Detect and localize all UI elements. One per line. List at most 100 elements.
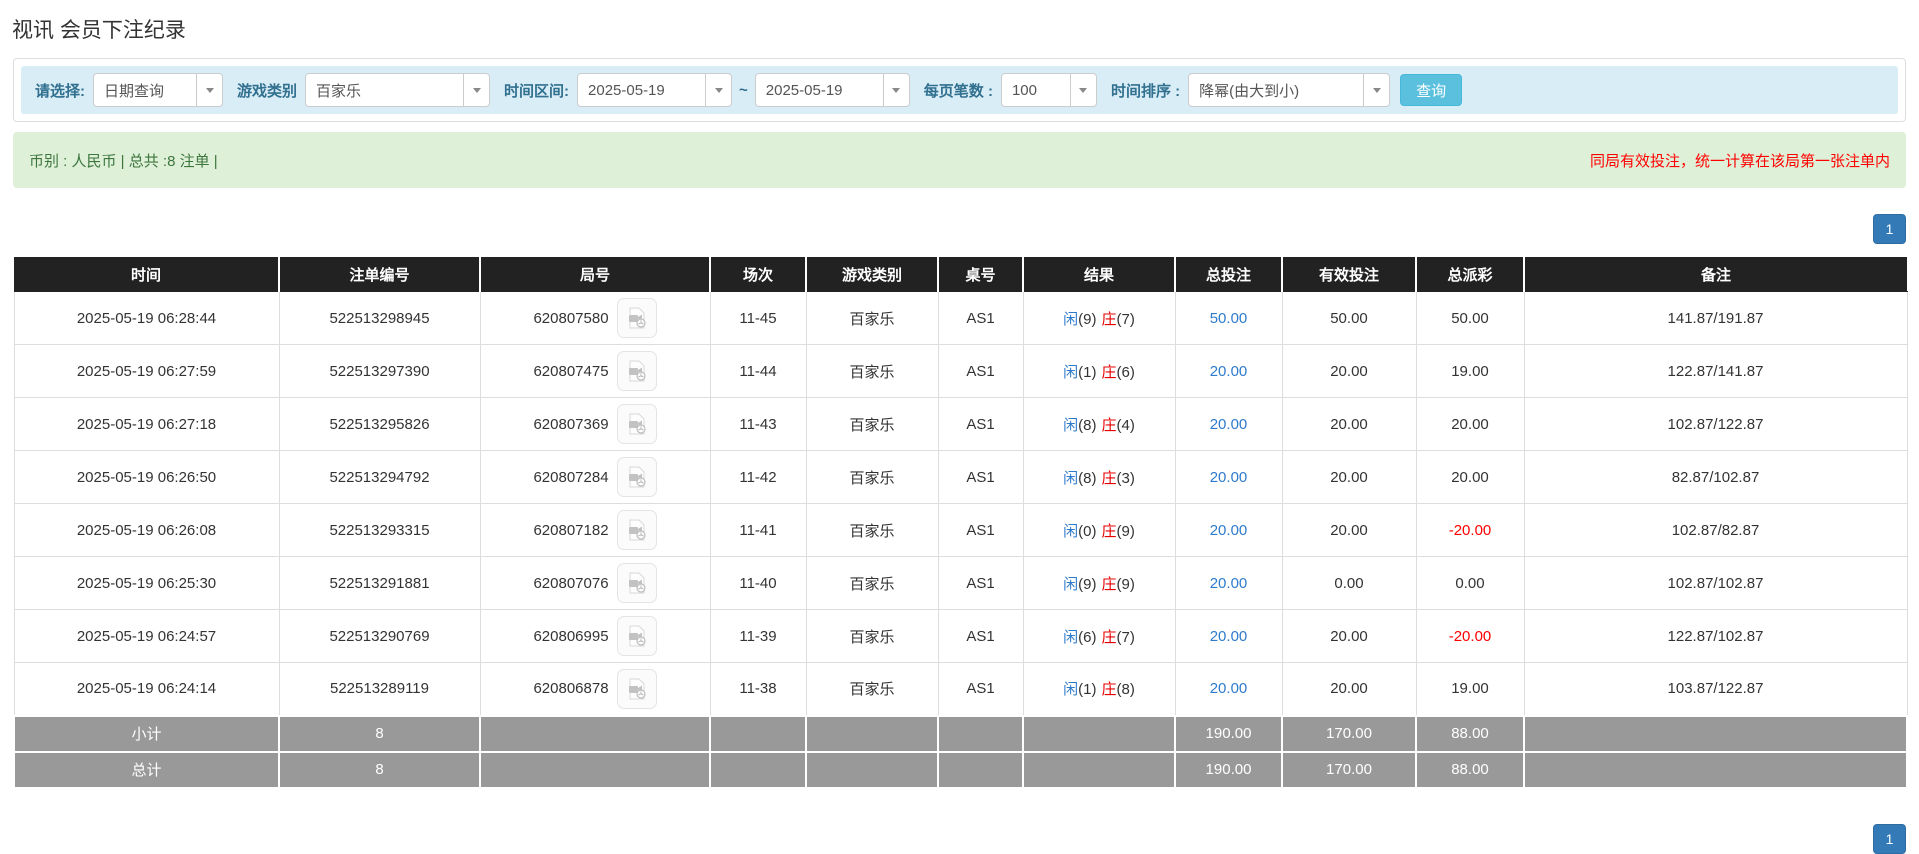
player-score: (1) (1078, 681, 1097, 699)
cell-payout: -20.00 (1415, 503, 1525, 557)
total-bet-link[interactable]: 20.00 (1210, 522, 1248, 539)
player-result: 闲 (1063, 310, 1079, 328)
cell-round-id: 620807580 (479, 291, 711, 345)
video-replay-button[interactable] (616, 457, 657, 497)
total-bet-link[interactable]: 20.00 (1210, 628, 1248, 645)
sort-order-select[interactable]: 降幂(由大到小) (1188, 73, 1391, 107)
col-round-id: 局号 (479, 257, 710, 292)
round-number: 620807076 (533, 574, 609, 592)
cell-table-no: AS1 (937, 609, 1024, 663)
cell-bet-id: 522513298945 (278, 291, 481, 345)
date-to-select[interactable]: 2025-05-19 (754, 73, 910, 107)
subtotal-row: 小计 8 190.00 170.00 88.00 (13, 714, 1908, 753)
game-type-select[interactable]: 百家乐 (305, 73, 491, 107)
search-button[interactable]: 查询 (1400, 74, 1463, 106)
player-score: (0) (1078, 522, 1097, 540)
cell-total-bet: 20.00 (1174, 556, 1283, 610)
cell-result: 闲(1) 庄(8) (1022, 662, 1176, 716)
cell-remark: 102.87/122.87 (1523, 397, 1908, 451)
table-header-row: 时间 注单编号 局号 场次 游戏类别 桌号 结果 总投注 有效投注 总派彩 备注 (14, 257, 1907, 292)
col-session: 场次 (709, 257, 806, 292)
cell-result: 闲(8) 庄(3) (1022, 450, 1176, 504)
player-score: (6) (1078, 628, 1097, 646)
banker-score: (7) (1116, 310, 1135, 328)
cell-remark: 141.87/191.87 (1523, 291, 1908, 345)
total-bet-link[interactable]: 50.00 (1210, 310, 1248, 327)
cell-table-no: AS1 (937, 291, 1024, 345)
col-result: 结果 (1022, 257, 1175, 292)
date-from-select[interactable]: 2025-05-19 (577, 73, 733, 107)
cell-bet-id: 522513291881 (278, 556, 481, 610)
video-replay-button[interactable] (616, 404, 657, 444)
chevron-down-icon[interactable] (463, 74, 489, 106)
cell-round-id: 620806995 (479, 609, 711, 663)
subtotal-payout: 88.00 (1415, 714, 1525, 753)
cell-time: 2025-05-19 06:26:08 (13, 503, 280, 557)
cell-valid-bet: 20.00 (1281, 609, 1417, 663)
video-replay-button[interactable] (616, 668, 657, 709)
page-button-1[interactable]: 1 (1873, 214, 1906, 244)
banker-score: (7) (1116, 628, 1135, 646)
video-replay-button[interactable] (616, 510, 657, 550)
cell-table-no: AS1 (937, 556, 1024, 610)
round-number: 620807182 (533, 521, 609, 539)
chevron-down-icon[interactable] (1363, 74, 1389, 106)
chevron-down-icon[interactable] (882, 74, 909, 106)
chevron-down-icon[interactable] (196, 74, 222, 106)
cell-result: 闲(0) 庄(9) (1022, 503, 1176, 557)
subtotal-total-bet: 190.00 (1174, 714, 1283, 753)
pagination-top: 1 (13, 214, 1906, 244)
col-total-bet: 总投注 (1174, 257, 1282, 292)
total-bet-link[interactable]: 20.00 (1210, 575, 1248, 592)
page-button-1-bottom[interactable]: 1 (1873, 824, 1906, 854)
cell-payout: 20.00 (1415, 450, 1525, 504)
player-result: 闲 (1063, 575, 1079, 593)
cell-time: 2025-05-19 06:24:14 (13, 662, 280, 716)
chevron-down-icon[interactable] (1069, 74, 1096, 106)
cell-time: 2025-05-19 06:24:57 (13, 609, 280, 663)
col-table-no: 桌号 (937, 257, 1023, 292)
per-page-select[interactable]: 100 (1000, 73, 1097, 107)
video-replay-button[interactable] (616, 298, 657, 338)
total-bet-link[interactable]: 20.00 (1210, 363, 1248, 380)
player-score: (8) (1078, 469, 1097, 487)
cell-valid-bet: 20.00 (1281, 503, 1417, 557)
total-bet-link[interactable]: 20.00 (1210, 469, 1248, 486)
cell-game-type: 百家乐 (805, 556, 939, 610)
banker-score: (6) (1116, 363, 1135, 381)
video-file-icon (628, 307, 646, 329)
chevron-down-icon[interactable] (705, 74, 731, 106)
cell-total-bet: 20.00 (1174, 503, 1283, 557)
video-replay-button[interactable] (616, 351, 657, 391)
game-type-label: 游戏类别 (237, 82, 298, 100)
video-replay-button[interactable] (616, 616, 657, 656)
video-replay-button[interactable] (616, 563, 657, 603)
summary-bar: 币别 : 人民币 | 总共 :8 注单 | 同局有效投注，统一计算在该局第一张注… (13, 132, 1906, 188)
col-payout: 总派彩 (1415, 257, 1524, 292)
query-type-select[interactable]: 日期查询 (93, 73, 223, 107)
player-result: 闲 (1063, 469, 1079, 487)
cell-game-type: 百家乐 (805, 291, 939, 345)
round-number: 620807475 (533, 362, 609, 380)
page-title: 视讯 会员下注纪录 (12, 19, 186, 42)
video-file-icon (628, 466, 646, 488)
game-type-value: 百家乐 (316, 82, 362, 100)
cell-game-type: 百家乐 (805, 397, 939, 451)
total-bet-link[interactable]: 20.00 (1210, 416, 1248, 433)
col-remark: 备注 (1523, 257, 1907, 292)
cell-table-no: AS1 (937, 344, 1024, 398)
date-from-value: 2025-05-19 (588, 81, 665, 99)
player-score: (1) (1078, 363, 1097, 381)
total-bet-link[interactable]: 20.00 (1210, 680, 1248, 697)
cell-total-bet: 20.00 (1174, 397, 1283, 451)
player-score: (9) (1078, 575, 1097, 593)
banker-score: (9) (1116, 522, 1135, 540)
banker-result: 庄 (1101, 575, 1117, 593)
cell-table-no: AS1 (937, 662, 1024, 716)
cell-session: 11-40 (709, 556, 807, 610)
banker-score: (9) (1116, 575, 1135, 593)
round-number: 620807284 (533, 468, 609, 486)
cell-game-type: 百家乐 (805, 503, 939, 557)
cell-result: 闲(9) 庄(9) (1022, 556, 1176, 610)
video-file-icon (628, 519, 646, 541)
